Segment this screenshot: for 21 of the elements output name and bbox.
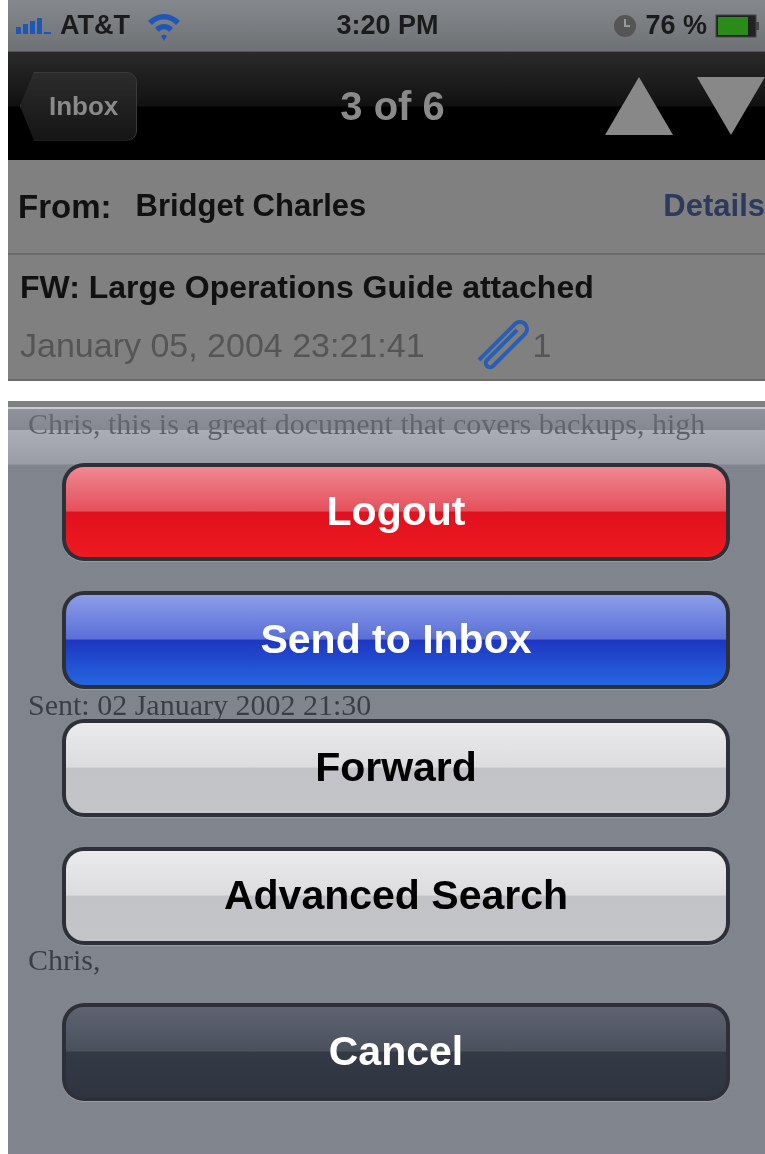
- message-subject: FW: Large Operations Guide attached: [19, 268, 595, 307]
- logout-button[interactable]: Logout: [66, 467, 726, 557]
- clock-icon: [613, 13, 638, 38]
- action-button[interactable]: Forward: [66, 723, 726, 813]
- send-button[interactable]: Send to Inbox: [66, 595, 726, 685]
- sender-name: Bridget Charles: [135, 187, 367, 226]
- from-label: From:: [18, 186, 112, 227]
- up-arrow-icon[interactable]: [605, 77, 673, 135]
- body-text-line: Chris,: [28, 942, 102, 978]
- nav-title: 3 of 6: [340, 83, 445, 130]
- status-time: 3:20 PM: [336, 9, 439, 43]
- battery-icon: [715, 13, 759, 38]
- back-button[interactable]: Inbox: [20, 71, 138, 141]
- carrier-name: AT&T: [60, 9, 130, 43]
- battery-percent: 76 %: [645, 9, 707, 43]
- body-text-line: Sent: 02 January 2002 21:30: [28, 687, 373, 723]
- body-text-line: Chris, this is a great document that covers backups, high: [28, 406, 707, 442]
- action-button[interactable]: Advanced Search: [66, 851, 726, 941]
- cancel-button[interactable]: Cancel: [66, 1007, 726, 1097]
- down-arrow-icon[interactable]: [697, 77, 765, 135]
- signal-icon: [16, 17, 52, 34]
